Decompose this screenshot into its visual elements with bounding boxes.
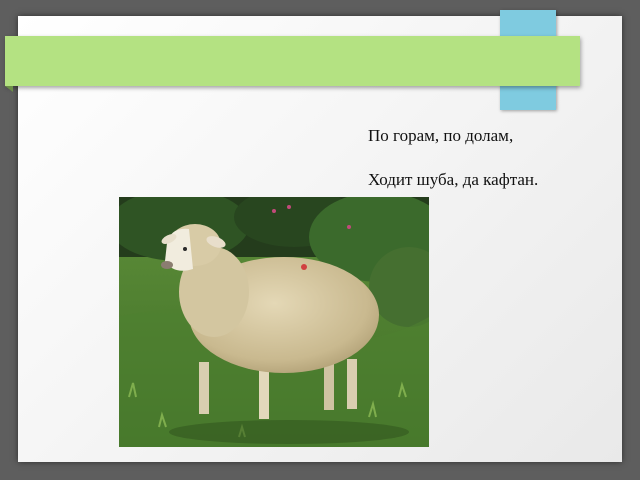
title-bar [5,36,580,86]
poem-line-1: По горам, по долам, [368,126,514,145]
poem-line-2: Ходит шуба, да кафтан. [368,170,539,189]
sheep-photo [119,197,429,447]
title-bar-fold [5,86,13,92]
